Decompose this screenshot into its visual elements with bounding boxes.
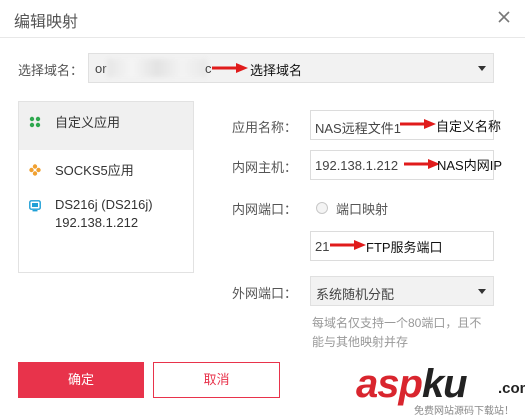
arrow-right-icon — [400, 119, 436, 129]
app-list-item-label: 自定义应用 — [55, 115, 121, 130]
watermark-brand-ku: ku — [421, 362, 468, 406]
domain-value-suffix: c — [205, 61, 212, 76]
domain-redacted-blur — [107, 59, 207, 77]
arrow-right-icon — [404, 159, 440, 169]
internal-host-annotation: NAS内网IP — [437, 158, 503, 173]
watermark-brand: aspku — [356, 362, 468, 406]
watermark-dotcom: .com — [498, 380, 525, 397]
app-list-item-ds216j[interactable]: DS216j (DS216j) 192.138.1.212 — [19, 190, 193, 242]
watermark-brand-asp: asp — [356, 362, 423, 406]
internal-host-label: 内网主机： — [232, 160, 298, 175]
cancel-button[interactable]: 取消 — [153, 362, 280, 398]
chevron-down-icon — [478, 66, 486, 71]
external-port-hint-line1: 每域名仅支持一个80端口，且不 — [312, 316, 482, 330]
chevron-down-icon — [478, 289, 486, 294]
arrow-right-icon — [330, 240, 366, 250]
socks5-icon — [29, 163, 41, 176]
domain-annotation: 选择域名 — [250, 63, 303, 78]
close-icon[interactable] — [495, 8, 513, 26]
external-port-label: 外网端口： — [232, 286, 298, 301]
internal-port-label: 内网端口： — [232, 202, 298, 217]
port-mapping-radio[interactable] — [316, 202, 328, 214]
app-list-item-socks5[interactable]: SOCKS5应用 — [19, 150, 193, 190]
app-list: 自定义应用 SOCKS5应用 DS216j (DS216j) 192.138.1… — [18, 101, 194, 273]
internal-port-annotation: FTP服务端口 — [366, 240, 443, 255]
port-mapping-radio-label: 端口映射 — [336, 202, 389, 217]
arrow-right-icon — [212, 63, 248, 73]
watermark-subtitle: 免费网站源码下载站！ — [414, 406, 514, 417]
external-port-selected: 系统随机分配 — [316, 287, 395, 302]
dialog-title-bar: 编辑映射 — [0, 0, 525, 38]
app-list-item-label: SOCKS5应用 — [55, 163, 134, 178]
custom-app-icon — [29, 115, 41, 128]
dialog-title: 编辑映射 — [14, 14, 79, 31]
device-icon — [29, 199, 41, 212]
edit-mapping-dialog: 编辑映射 选择域名： or c 选择域名 自定义应用 SOCKS5应用 DS21… — [0, 0, 525, 420]
domain-value-prefix: or — [95, 61, 107, 76]
external-port-hint-line2: 能与其他映射并存 — [312, 335, 409, 349]
app-name-label: 应用名称： — [232, 120, 298, 135]
app-list-item-sublabel: 192.138.1.212 — [55, 215, 139, 230]
external-port-select[interactable]: 系统随机分配 — [310, 276, 494, 306]
app-list-item-custom[interactable]: 自定义应用 — [19, 102, 193, 150]
app-list-item-label: DS216j (DS216j) — [55, 197, 153, 212]
domain-label: 选择域名： — [18, 63, 84, 78]
app-name-annotation: 自定义名称 — [436, 119, 502, 134]
aspku-watermark-logo: aspku .com 免费网站源码下载站！ — [356, 362, 525, 417]
confirm-button[interactable]: 确定 — [18, 362, 144, 398]
